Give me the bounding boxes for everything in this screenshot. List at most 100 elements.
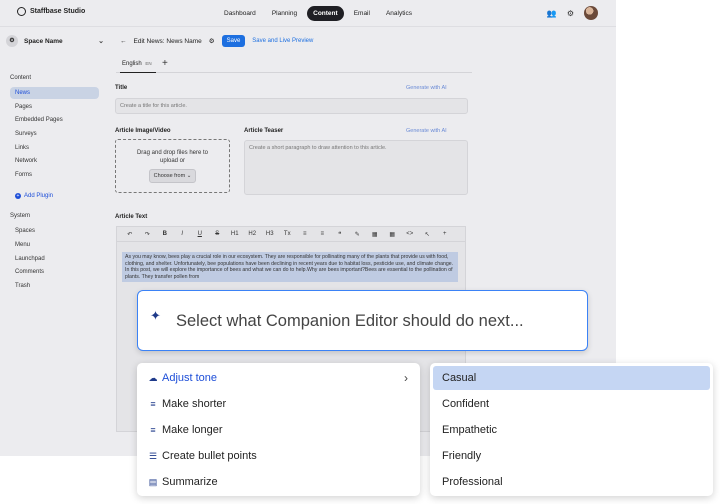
clear-format-icon[interactable]: Tx	[279, 231, 297, 237]
sidebar-item-menu[interactable]: Menu	[10, 239, 99, 251]
tone-friendly[interactable]: Friendly	[433, 444, 710, 468]
h3-button[interactable]: H3	[261, 231, 279, 237]
plus-icon: +	[15, 193, 21, 199]
nav-dashboard[interactable]: Dashboard	[218, 6, 262, 21]
sidebar: ⚙ Space Name ⌄ Content News Pages Embedd…	[0, 28, 110, 456]
menu-item-make-shorter[interactable]: ≡ Make shorter	[137, 392, 420, 416]
avatar[interactable]	[584, 6, 598, 20]
nav-email[interactable]: Email	[348, 6, 376, 21]
chevron-down-icon: ⌄	[98, 38, 104, 45]
strike-button[interactable]: S	[209, 231, 227, 237]
save-live-preview-button[interactable]: Save and Live Preview	[252, 38, 313, 44]
bullet-list-icon[interactable]: ≡	[296, 231, 314, 237]
cloud-icon: ☁	[148, 372, 158, 383]
summary-icon: ▤	[148, 476, 158, 487]
nav-planning[interactable]: Planning	[266, 6, 303, 21]
tone-professional[interactable]: Professional	[433, 470, 710, 494]
menu-item-adjust-tone[interactable]: ☁ Adjust tone ›	[137, 366, 420, 390]
image-label: Article Image/Video	[115, 128, 171, 134]
prompt-text: Select what Companion Editor should do n…	[176, 312, 524, 330]
menu-item-make-longer[interactable]: ≡ Make longer	[137, 418, 420, 442]
menu-item-summarize[interactable]: ▤ Summarize	[137, 470, 420, 494]
sidebar-item-network[interactable]: Network	[10, 155, 99, 167]
space-icon: ⚙	[6, 35, 18, 47]
teaser-input[interactable]: Create a short paragraph to draw attenti…	[244, 140, 468, 195]
sidebar-item-launchpad[interactable]: Launchpad	[10, 253, 99, 265]
companion-prompt[interactable]: ✦ Select what Companion Editor should do…	[137, 290, 588, 351]
sidebar-item-news[interactable]: News	[10, 87, 99, 99]
undo-icon[interactable]: ↶	[121, 231, 139, 238]
code-icon[interactable]: <>	[401, 231, 419, 237]
embed-icon[interactable]: ▦	[384, 231, 402, 238]
image-dropzone[interactable]: Drag and drop files here to upload or Ch…	[115, 139, 230, 193]
main-nav: Dashboard Planning Content Email Analyti…	[218, 6, 418, 21]
lines-long-icon: ≡	[150, 425, 156, 435]
top-icons: 👥 ⚙	[547, 6, 598, 20]
h2-button[interactable]: H2	[244, 231, 262, 237]
tone-casual[interactable]: Casual	[433, 366, 710, 390]
back-arrow-icon[interactable]: ←	[120, 38, 127, 45]
editor-toolbar: ↶ ↷ B I U S H1 H2 H3 Tx ≡ ≡ ❝ ✎ ▦ ▦ <> ↖…	[116, 226, 466, 242]
logo[interactable]: Staffbase Studio	[17, 7, 85, 16]
text-label: Article Text	[115, 214, 148, 220]
bold-button[interactable]: B	[156, 231, 174, 237]
insert-plus-icon[interactable]: +	[436, 231, 454, 237]
nav-analytics[interactable]: Analytics	[380, 6, 418, 21]
generate-ai-teaser[interactable]: Generate with AI	[406, 128, 447, 134]
redo-icon[interactable]: ↷	[139, 231, 157, 238]
sidebar-item-trash[interactable]: Trash	[10, 280, 99, 292]
space-selector[interactable]: ⚙ Space Name ⌄	[6, 33, 104, 49]
space-name: Space Name	[24, 37, 63, 45]
drop-text-2: upload or	[159, 158, 186, 164]
action-menu: ☁ Adjust tone › ≡ Make shorter ≡ Make lo…	[137, 363, 420, 496]
nav-content[interactable]: Content	[307, 6, 344, 21]
save-button[interactable]: Save	[221, 35, 246, 47]
underline-button[interactable]: U	[191, 231, 209, 237]
table-icon[interactable]: ▦	[366, 231, 384, 238]
generate-ai-title[interactable]: Generate with AI	[406, 85, 447, 91]
tab-english[interactable]: English EN	[120, 57, 156, 73]
choose-from-dropdown[interactable]: Choose from ⌄	[148, 169, 197, 183]
page-title: Edit News: News Name	[133, 37, 202, 45]
title-label: Title	[115, 85, 128, 91]
bullets-icon: ☰	[148, 450, 158, 461]
sidebar-item-surveys[interactable]: Surveys	[10, 128, 99, 140]
sidebar-item-spaces[interactable]: Spaces	[10, 225, 99, 237]
add-plugin-button[interactable]: + Add Plugin	[15, 193, 53, 199]
top-bar: Staffbase Studio Dashboard Planning Cont…	[0, 0, 616, 27]
tone-submenu: Casual Confident Empathetic Friendly Pro…	[430, 363, 713, 496]
quote-icon[interactable]: ❝	[331, 231, 349, 238]
edit-header: ← Edit News: News Name ⚙ Save Save and L…	[120, 35, 313, 47]
tab-english-code: EN	[145, 61, 152, 66]
menu-item-label: Summarize	[162, 476, 218, 488]
logo-icon	[17, 7, 26, 16]
title-input[interactable]: Create a title for this article.	[115, 98, 468, 114]
choose-from-label: Choose from	[153, 173, 186, 179]
article-text[interactable]: As you may know, bees play a crucial rol…	[122, 252, 458, 283]
sidebar-item-embedded-pages[interactable]: Embedded Pages	[10, 114, 99, 126]
sidebar-item-links[interactable]: Links	[10, 142, 99, 154]
menu-item-label: Make longer	[162, 424, 223, 436]
add-language-icon[interactable]: +	[162, 58, 168, 69]
gear-icon[interactable]: ⚙	[567, 9, 574, 18]
settings-icon[interactable]: ⚙	[209, 37, 215, 45]
tone-confident[interactable]: Confident	[433, 392, 710, 416]
sidebar-item-comments[interactable]: Comments	[10, 266, 99, 278]
menu-item-label: Make shorter	[162, 398, 227, 410]
logo-text: Staffbase Studio	[30, 8, 86, 15]
italic-button[interactable]: I	[174, 231, 192, 237]
numbered-list-icon[interactable]: ≡	[314, 231, 332, 237]
chevron-right-icon: ›	[404, 371, 408, 385]
cursor-icon[interactable]: ↖	[419, 231, 437, 238]
pen-icon[interactable]: ✎	[349, 231, 367, 238]
language-tabs: English EN +	[116, 57, 472, 73]
users-icon[interactable]: 👥	[547, 9, 557, 18]
menu-item-label: Create bullet points	[162, 450, 257, 462]
sidebar-item-pages[interactable]: Pages	[10, 101, 99, 113]
sidebar-item-forms[interactable]: Forms	[10, 169, 99, 181]
tone-empathetic[interactable]: Empathetic	[433, 418, 710, 442]
h1-button[interactable]: H1	[226, 231, 244, 237]
content-heading: Content	[10, 75, 32, 81]
tab-english-label: English	[122, 61, 142, 67]
menu-item-bullet-points[interactable]: ☰ Create bullet points	[137, 444, 420, 468]
